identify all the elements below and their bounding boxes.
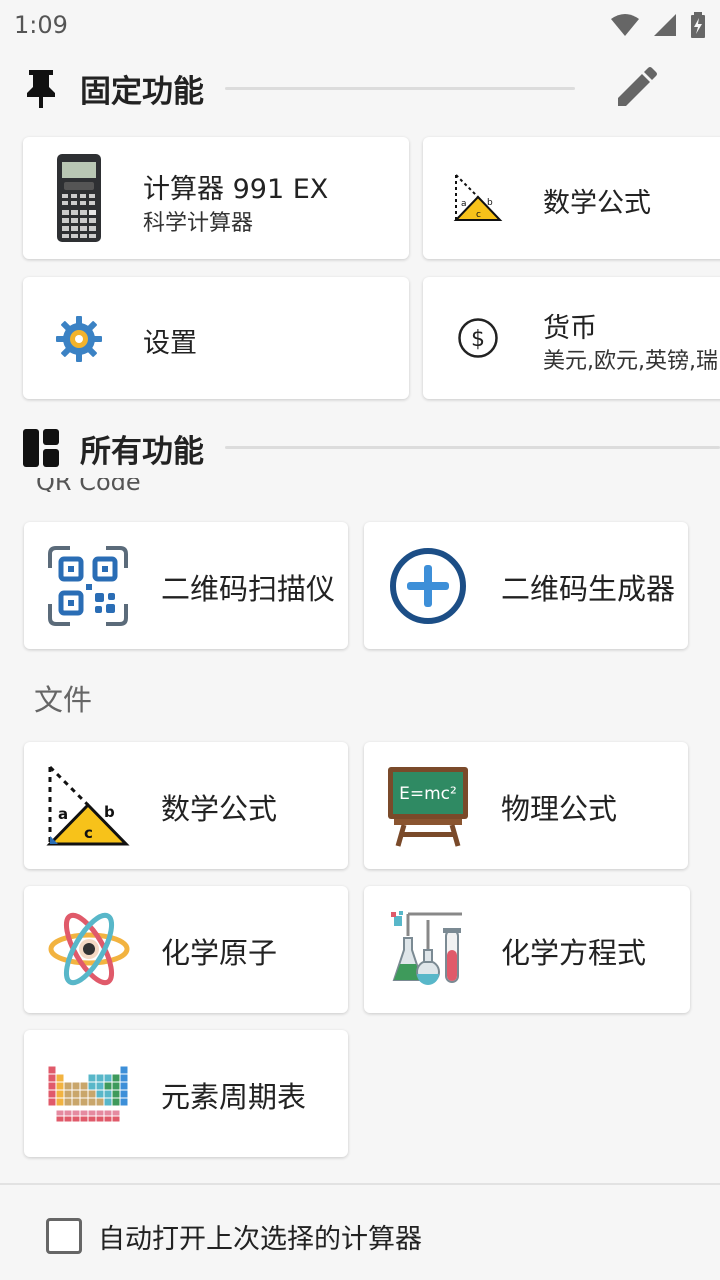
pinned-section-header: 固定功能	[0, 58, 720, 118]
periodic-table-icon	[47, 1065, 129, 1123]
card-title: 数学公式	[543, 188, 651, 219]
all-card-chemistry-equation[interactable]: 化学方程式	[364, 886, 690, 1013]
all-card-math-formula[interactable]: a b c 数学公式	[24, 742, 348, 869]
edit-pencil-icon[interactable]	[612, 66, 658, 112]
svg-text:b: b	[104, 803, 115, 821]
card-title: 设置	[143, 328, 197, 359]
card-title: 二维码生成器	[501, 572, 676, 606]
all-card-physics-formula[interactable]: E=mc² 物理公式	[364, 742, 688, 869]
all-divider	[225, 446, 720, 449]
all-card-periodic-table[interactable]: 元素周期表	[24, 1030, 348, 1157]
signal-icon	[654, 14, 676, 36]
status-bar: 1:09	[0, 0, 720, 50]
pinned-title: 固定功能	[80, 73, 204, 110]
triangle-formula-icon: a b c	[453, 174, 503, 221]
all-card-chemistry-atom[interactable]: 化学原子	[24, 886, 348, 1013]
svg-text:b: b	[487, 198, 493, 208]
card-title: 元素周期表	[161, 1080, 307, 1114]
pinned-card-currency[interactable]: $ 货币 美元,欧元,英镑,瑞	[423, 277, 720, 399]
all-title: 所有功能	[80, 433, 204, 470]
auto-open-label[interactable]: 自动打开上次选择的计算器	[98, 1217, 422, 1256]
auto-open-checkbox[interactable]	[46, 1218, 82, 1254]
status-icons	[610, 12, 706, 38]
board-text: E=mc²	[399, 784, 457, 804]
pin-icon	[27, 70, 55, 108]
all-card-qr-generator[interactable]: 二维码生成器	[364, 522, 688, 649]
svg-text:a: a	[58, 805, 68, 823]
card-title: 货币	[543, 313, 597, 344]
pinned-card-math-formula[interactable]: a b c 数学公式	[423, 137, 720, 259]
card-subtitle: 科学计算器	[143, 211, 254, 236]
wifi-icon	[611, 14, 639, 36]
card-title: 物理公式	[501, 792, 618, 826]
pinned-card-settings[interactable]: 设置	[23, 277, 409, 399]
svg-text:$: $	[471, 327, 485, 352]
dollar-coin-icon: $	[458, 318, 498, 358]
category-label-files: 文件	[34, 683, 93, 717]
add-circle-icon	[390, 548, 466, 624]
lab-flasks-icon	[391, 911, 462, 985]
card-title: 数学公式	[161, 792, 278, 826]
dashboard-icon	[23, 429, 59, 467]
all-section-header: 所有功能	[0, 418, 720, 478]
blackboard-emc2-icon: E=mc²	[388, 767, 468, 847]
triangle-formula-icon: a b c	[46, 765, 130, 846]
card-title: 计算器 991 EX	[143, 174, 329, 205]
all-card-qr-scanner[interactable]: 二维码扫描仪	[24, 522, 348, 649]
card-title: 化学方程式	[501, 936, 647, 970]
card-subtitle: 美元,欧元,英镑,瑞	[543, 349, 718, 374]
card-title: 化学原子	[161, 936, 278, 970]
battery-charging-icon	[691, 12, 705, 38]
gear-icon	[56, 316, 102, 362]
card-title: 二维码扫描仪	[161, 572, 336, 606]
atom-icon	[48, 912, 130, 986]
svg-text:c: c	[84, 824, 93, 842]
svg-text:a: a	[461, 199, 467, 209]
pinned-divider	[225, 87, 575, 90]
category-label-cut: QR Code	[36, 478, 141, 492]
bottom-bar: 自动打开上次选择的计算器	[0, 1183, 720, 1280]
pinned-card-calculator[interactable]: 计算器 991 EX 科学计算器	[23, 137, 409, 259]
status-time: 1:09	[14, 11, 68, 39]
qr-scan-icon	[48, 546, 128, 626]
calculator-icon	[57, 154, 101, 242]
svg-text:c: c	[476, 210, 481, 220]
